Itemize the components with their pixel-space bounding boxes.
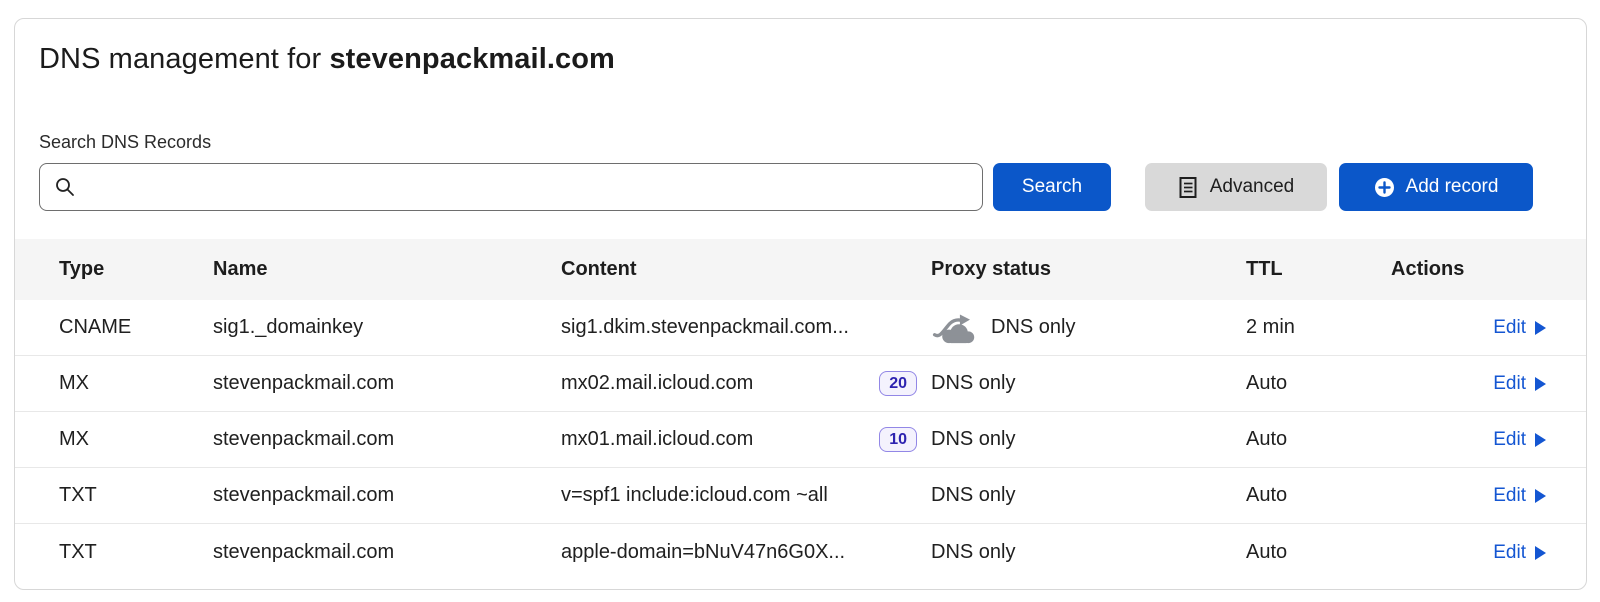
table-header-row: Type Name Content Proxy status TTL Actio… bbox=[15, 239, 1586, 300]
plus-circle-icon bbox=[1374, 177, 1395, 198]
edit-link[interactable]: Edit bbox=[1493, 429, 1546, 451]
chevron-right-icon bbox=[1535, 321, 1546, 335]
edit-link-label: Edit bbox=[1493, 485, 1526, 507]
column-header-proxy-status: Proxy status bbox=[931, 258, 1246, 281]
search-input-box[interactable] bbox=[39, 163, 983, 211]
record-content-text: mx01.mail.icloud.com bbox=[561, 428, 753, 451]
record-name: stevenpackmail.com bbox=[213, 541, 561, 564]
ttl-value: Auto bbox=[1246, 484, 1391, 507]
chevron-right-icon bbox=[1535, 546, 1546, 560]
table-row: CNAME sig1._domainkey sig1.dkim.stevenpa… bbox=[15, 300, 1586, 356]
chevron-right-icon bbox=[1535, 433, 1546, 447]
edit-link[interactable]: Edit bbox=[1493, 485, 1546, 507]
record-content: apple-domain=bNuV47n6G0X... bbox=[561, 541, 931, 564]
record-name: sig1._domainkey bbox=[213, 316, 561, 339]
record-content: v=spf1 include:icloud.com ~all bbox=[561, 484, 931, 507]
add-record-button[interactable]: Add record bbox=[1339, 163, 1533, 211]
edit-link-label: Edit bbox=[1493, 542, 1526, 564]
search-button[interactable]: Search bbox=[993, 163, 1111, 211]
advanced-button[interactable]: Advanced bbox=[1145, 163, 1327, 211]
proxy-status-text: DNS only bbox=[931, 484, 1015, 507]
record-type: TXT bbox=[59, 541, 213, 564]
edit-link-label: Edit bbox=[1493, 373, 1526, 395]
record-name: stevenpackmail.com bbox=[213, 372, 561, 395]
ttl-value: Auto bbox=[1246, 372, 1391, 395]
edit-link[interactable]: Edit bbox=[1493, 317, 1546, 339]
priority-badge: 20 bbox=[879, 371, 917, 396]
column-header-ttl: TTL bbox=[1246, 258, 1391, 281]
proxy-status-text: DNS only bbox=[931, 428, 1015, 451]
ttl-value: 2 min bbox=[1246, 316, 1391, 339]
record-type: CNAME bbox=[59, 316, 213, 339]
record-content-text: mx02.mail.icloud.com bbox=[561, 372, 753, 395]
column-header-content: Content bbox=[561, 258, 931, 281]
proxy-status: DNS only bbox=[931, 541, 1246, 564]
table-row: TXT stevenpackmail.com v=spf1 include:ic… bbox=[15, 468, 1586, 524]
table-row: TXT stevenpackmail.com apple-domain=bNuV… bbox=[15, 524, 1586, 580]
list-document-icon bbox=[1178, 176, 1199, 199]
edit-link[interactable]: Edit bbox=[1493, 373, 1546, 395]
record-content-text: sig1.dkim.stevenpackmail.com... bbox=[561, 316, 849, 339]
search-label: Search DNS Records bbox=[39, 132, 1586, 153]
advanced-button-label: Advanced bbox=[1210, 176, 1295, 198]
search-input[interactable] bbox=[86, 167, 968, 207]
proxy-status: DNS only bbox=[931, 484, 1246, 507]
record-content: mx01.mail.icloud.com 10 bbox=[561, 427, 931, 452]
record-type: MX bbox=[59, 372, 213, 395]
edit-link-label: Edit bbox=[1493, 429, 1526, 451]
record-content: sig1.dkim.stevenpackmail.com... bbox=[561, 316, 931, 339]
ttl-value: Auto bbox=[1246, 541, 1391, 564]
proxy-status: DNS only bbox=[931, 372, 1246, 395]
edit-link[interactable]: Edit bbox=[1493, 542, 1546, 564]
column-header-name: Name bbox=[213, 258, 561, 281]
proxy-status: DNS only bbox=[931, 428, 1246, 451]
domain-name: stevenpackmail.com bbox=[329, 43, 615, 75]
priority-badge: 10 bbox=[879, 427, 917, 452]
proxy-status-text: DNS only bbox=[991, 316, 1075, 339]
record-content: mx02.mail.icloud.com 20 bbox=[561, 371, 931, 396]
toolbar: Search Advanced Add record bbox=[39, 163, 1562, 211]
proxy-status-text: DNS only bbox=[931, 541, 1015, 564]
dns-management-card: DNS management for stevenpackmail.com Se… bbox=[14, 18, 1587, 590]
record-type: TXT bbox=[59, 484, 213, 507]
cloud-arrow-icon bbox=[931, 312, 977, 344]
page-title: DNS management for stevenpackmail.com bbox=[39, 43, 1586, 76]
table-row: MX stevenpackmail.com mx02.mail.icloud.c… bbox=[15, 356, 1586, 412]
table-row: MX stevenpackmail.com mx01.mail.icloud.c… bbox=[15, 412, 1586, 468]
page-title-prefix: DNS management for bbox=[39, 43, 321, 75]
record-name: stevenpackmail.com bbox=[213, 428, 561, 451]
ttl-value: Auto bbox=[1246, 428, 1391, 451]
chevron-right-icon bbox=[1535, 489, 1546, 503]
proxy-status-text: DNS only bbox=[931, 372, 1015, 395]
add-record-button-label: Add record bbox=[1406, 176, 1499, 198]
chevron-right-icon bbox=[1535, 377, 1546, 391]
proxy-status: DNS only bbox=[931, 312, 1246, 344]
column-header-actions: Actions bbox=[1391, 258, 1546, 281]
record-type: MX bbox=[59, 428, 213, 451]
record-name: stevenpackmail.com bbox=[213, 484, 561, 507]
record-content-text: v=spf1 include:icloud.com ~all bbox=[561, 484, 828, 507]
edit-link-label: Edit bbox=[1493, 317, 1526, 339]
column-header-type: Type bbox=[59, 258, 213, 281]
record-content-text: apple-domain=bNuV47n6G0X... bbox=[561, 541, 845, 564]
magnifier-icon bbox=[54, 176, 76, 198]
